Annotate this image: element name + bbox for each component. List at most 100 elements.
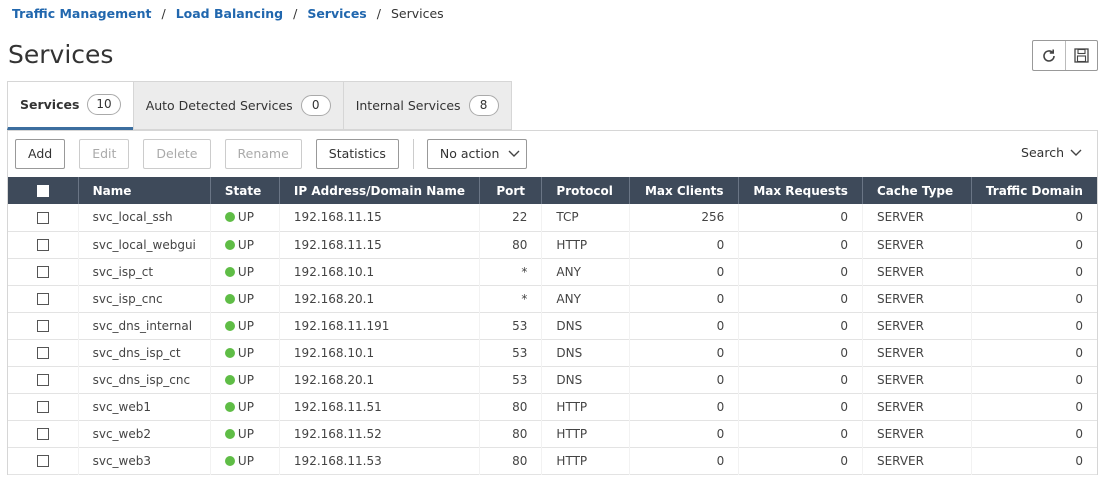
row-checkbox[interactable] [36,293,49,305]
status-up-icon [224,374,235,385]
table-row[interactable]: svc_dns_internal UP 192.168.11.191 53 DNS 0 0 S… [8,312,1097,339]
row-checkbox[interactable] [36,211,49,224]
state-text: UP [237,372,254,387]
chevron-down-icon [1070,149,1082,156]
row-select-cell [8,366,78,393]
cell-max-requests: 0 [738,339,863,366]
rename-button[interactable]: Rename [224,138,302,169]
cell-cache-type: SERVER [861,339,972,366]
cell-protocol: DNS [541,366,630,393]
row-checkbox[interactable] [36,347,49,359]
cell-port: 80 [478,420,542,447]
cell-name: svc_isp_cnc [77,285,211,312]
row-checkbox[interactable] [36,428,49,440]
column-header-ip-address[interactable]: IP Address/Domain Name [278,177,480,204]
cell-traffic-domain: 0 [970,312,1097,339]
cell-traffic-domain: 0 [970,420,1097,447]
refresh-button[interactable] [1033,41,1065,70]
row-select-cell [8,420,78,447]
status-up-icon [224,266,235,277]
status-up-icon [224,455,235,466]
column-header-max-clients[interactable]: Max Clients [629,177,739,204]
column-header-protocol[interactable]: Protocol [541,177,630,204]
cell-port: 53 [478,339,542,366]
row-select-cell [8,204,78,231]
row-checkbox[interactable] [36,266,49,278]
save-button[interactable] [1064,41,1097,70]
column-header-traffic-domain[interactable]: Traffic Domain [970,177,1097,204]
row-checkbox[interactable] [36,320,49,332]
state-text: UP [237,291,254,306]
save-icon [1074,48,1089,63]
cell-ip: 192.168.11.191 [278,312,480,339]
column-header-max-requests[interactable]: Max Requests [738,177,863,204]
cell-cache-type: SERVER [861,393,972,420]
action-select-value: No action [439,146,500,161]
action-select[interactable]: No action [426,138,527,169]
breadcrumb-current: Services [390,6,444,21]
chevron-down-icon [508,150,520,157]
cell-traffic-domain: 0 [970,393,1097,420]
cell-max-clients: 0 [629,339,739,366]
row-checkbox[interactable] [36,374,49,386]
cell-state: UP [209,447,280,474]
column-header-cache-type[interactable]: Cache Type [861,177,972,204]
status-up-icon [224,401,235,412]
tab-internal-services[interactable]: Internal Services 8 [342,81,512,130]
table-row[interactable]: svc_dns_isp_cnc UP 192.168.20.1 53 DNS 0 0 SERV… [8,366,1097,393]
edit-button[interactable]: Edit [79,138,130,169]
cell-cache-type: SERVER [861,285,972,312]
cell-ip: 192.168.10.1 [278,258,480,285]
search-label: Search [1021,145,1064,160]
cell-cache-type: SERVER [861,231,972,258]
state-text: UP [237,264,254,279]
cell-traffic-domain: 0 [970,258,1097,285]
tab-services[interactable]: Services 10 [7,81,133,130]
row-checkbox[interactable] [36,239,49,251]
breadcrumb-traffic-management[interactable]: Traffic Management [12,6,151,21]
row-checkbox[interactable] [36,455,49,467]
services-table: Name State IP Address/Domain Name Port P… [8,177,1097,475]
row-select-cell [8,312,78,339]
cell-name: svc_dns_isp_ct [77,339,211,366]
cell-cache-type: SERVER [861,447,972,474]
services-panel: Add Edit Delete Rename Statistics No act… [7,130,1098,475]
status-up-icon [224,212,235,223]
delete-button[interactable]: Delete [143,138,211,169]
cell-max-requests: 0 [738,285,863,312]
table-row[interactable]: svc_web1 UP 192.168.11.51 80 HTTP 0 0 SERVER 0 [8,393,1097,420]
table-row[interactable]: svc_local_webgui UP 192.168.11.15 80 HTTP 0 0 S… [8,231,1097,258]
cell-ip: 192.168.11.53 [278,447,480,474]
add-button[interactable]: Add [15,138,66,169]
cell-state: UP [209,312,280,339]
statistics-button[interactable]: Statistics [315,138,399,169]
cell-cache-type: SERVER [861,312,972,339]
state-text: UP [237,426,254,441]
table-header-row: Name State IP Address/Domain Name Port P… [8,177,1097,204]
cell-ip: 192.168.20.1 [278,285,480,312]
column-header-name[interactable]: Name [77,177,211,204]
column-header-state[interactable]: State [209,177,280,204]
row-checkbox[interactable] [36,401,49,413]
cell-state: UP [209,258,280,285]
table-row[interactable]: svc_web3 UP 192.168.11.53 80 HTTP 0 0 SERVER 0 [8,447,1097,474]
cell-port: * [478,285,542,312]
cell-max-requests: 0 [738,312,863,339]
cell-cache-type: SERVER [861,366,972,393]
search-toggle[interactable]: Search [1021,145,1082,160]
table-row[interactable]: svc_dns_isp_ct UP 192.168.10.1 53 DNS 0 0 SERVE… [8,339,1097,366]
cell-state: UP [209,339,280,366]
table-row[interactable]: svc_local_ssh UP 192.168.11.15 22 TCP 256 0 SER… [8,204,1097,231]
breadcrumb-services[interactable]: Services [307,6,366,21]
row-select-cell [8,285,78,312]
tab-auto-detected-services[interactable]: Auto Detected Services 0 [132,81,343,130]
column-header-port[interactable]: Port [478,177,542,204]
breadcrumb-load-balancing[interactable]: Load Balancing [176,6,283,21]
table-row[interactable]: svc_isp_ct UP 192.168.10.1 * ANY 0 0 SERVER 0 [8,258,1097,285]
cell-ip: 192.168.10.1 [278,339,480,366]
select-all-checkbox[interactable] [36,185,49,197]
table-row[interactable]: svc_web2 UP 192.168.11.52 80 HTTP 0 0 SERVER 0 [8,420,1097,447]
table-row[interactable]: svc_isp_cnc UP 192.168.20.1 * ANY 0 0 SERVER 0 [8,285,1097,312]
cell-traffic-domain: 0 [970,204,1097,231]
cell-port: 80 [478,447,542,474]
